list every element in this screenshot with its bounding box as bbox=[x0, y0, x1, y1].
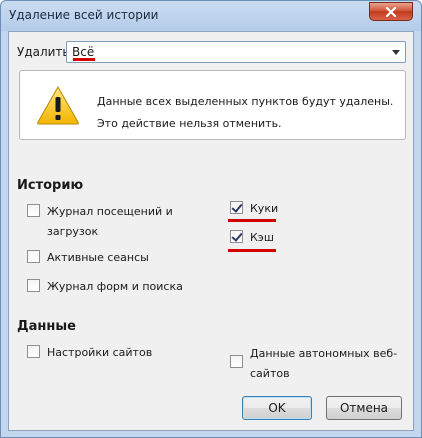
checkbox-label: Настройки сайтов bbox=[47, 346, 153, 359]
checkbox-site-preferences[interactable]: Настройки сайтов bbox=[27, 343, 152, 363]
checkbox-label: Журнал форм и поиска bbox=[47, 280, 183, 293]
checkbox[interactable] bbox=[27, 204, 40, 217]
checkbox-cache[interactable]: Кэш bbox=[230, 228, 274, 248]
checkbox-form-search-history[interactable]: Журнал форм и поиска bbox=[27, 277, 183, 297]
checkbox[interactable] bbox=[230, 355, 243, 368]
ok-button[interactable]: OK bbox=[242, 396, 312, 420]
close-icon bbox=[385, 6, 397, 17]
checkbox[interactable] bbox=[27, 345, 40, 358]
close-button[interactable] bbox=[369, 2, 413, 21]
checkbox-checked[interactable] bbox=[230, 201, 243, 214]
title-bar[interactable]: Удаление всей истории bbox=[1, 1, 421, 31]
checkbox-checked[interactable] bbox=[230, 230, 243, 243]
checkbox-label-cont: загрузок bbox=[47, 225, 99, 238]
checkbox[interactable] bbox=[27, 250, 40, 263]
cancel-button[interactable]: Отмена bbox=[326, 396, 402, 420]
checkbox-active-sessions[interactable]: Активные сеансы bbox=[27, 248, 149, 268]
time-range-value: Всё bbox=[72, 45, 95, 59]
checkbox-label: Активные сеансы bbox=[47, 251, 149, 264]
checkbox[interactable] bbox=[27, 279, 40, 292]
chevron-down-icon bbox=[392, 50, 400, 55]
checkbox-label: Куки bbox=[250, 202, 279, 215]
history-section-title: Историю bbox=[17, 178, 84, 193]
annotation-underline-range bbox=[73, 58, 95, 61]
warning-box: Данные всех выделенных пунктов будут уда… bbox=[19, 70, 406, 140]
checkbox-cookies[interactable]: Куки bbox=[230, 199, 278, 219]
time-range-select[interactable]: Всё bbox=[66, 41, 406, 63]
checkbox-browsing-history[interactable]: Журнал посещений и загрузок bbox=[27, 202, 173, 242]
annotation-underline-cookies bbox=[228, 219, 276, 222]
annotation-underline-cache bbox=[228, 249, 276, 252]
data-section-title: Данные bbox=[17, 319, 76, 334]
checkbox-offline-website-data[interactable]: Данные автономных веб- сайтов bbox=[230, 344, 397, 384]
window-title: Удаление всей истории bbox=[9, 8, 159, 22]
dialog-content: Удалить: Всё Данные всех выделенных пунк… bbox=[8, 31, 414, 431]
checkbox-label-cont: сайтов bbox=[250, 367, 290, 380]
checkbox-label: Журнал посещений и bbox=[47, 205, 173, 218]
warning-text-line2: Это действие нельзя отменить. bbox=[97, 117, 282, 130]
warning-text-line1: Данные всех выделенных пунктов будут уда… bbox=[97, 95, 394, 108]
warning-icon bbox=[37, 85, 79, 125]
checkbox-label: Данные автономных веб- bbox=[250, 347, 398, 360]
checkbox-label: Кэш bbox=[250, 231, 274, 244]
dialog-window: Удаление всей истории Удалить: Всё Данны… bbox=[0, 0, 422, 438]
